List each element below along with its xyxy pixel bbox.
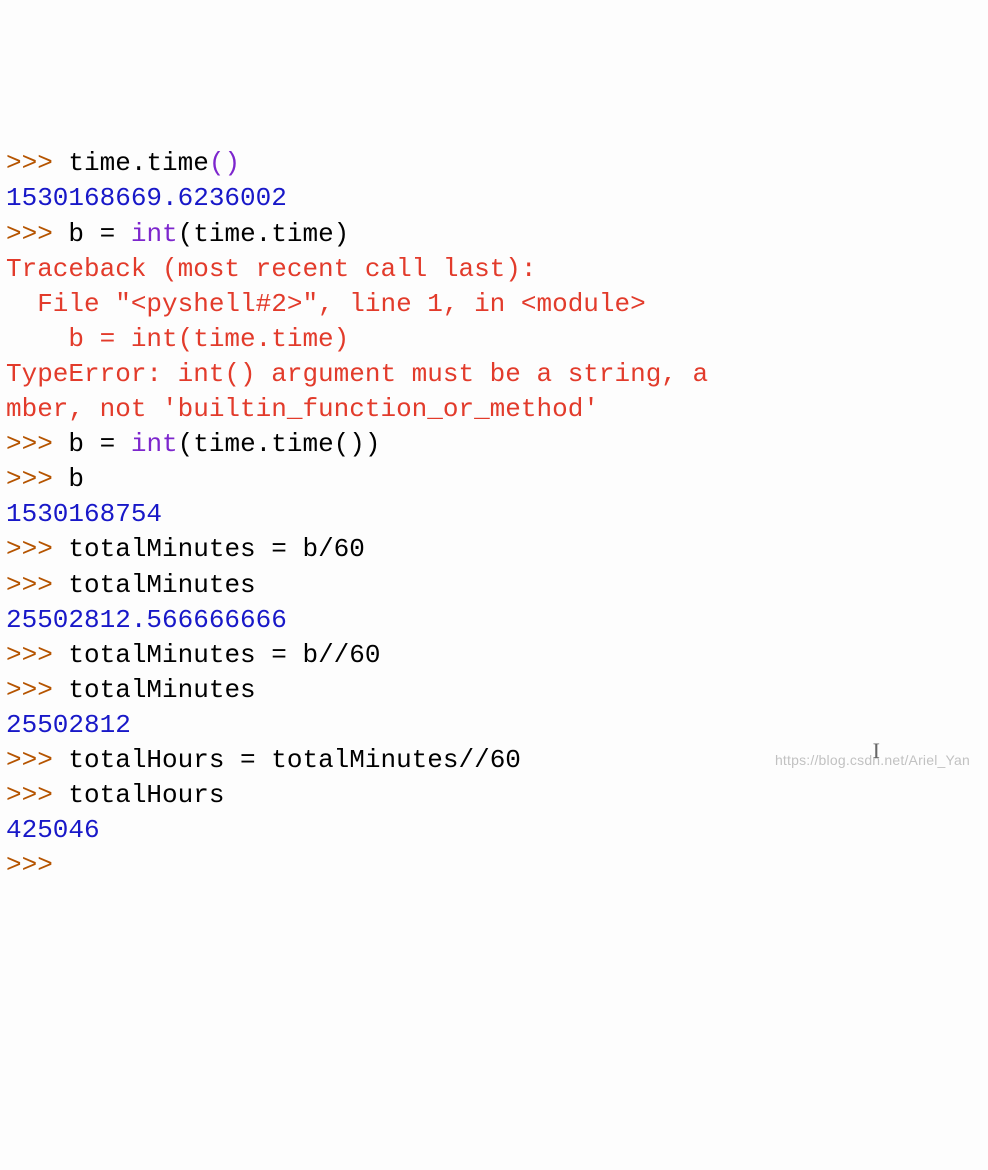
traceback: mber, not 'builtin_function_or_method' bbox=[6, 394, 599, 424]
prompt: >>> bbox=[6, 780, 53, 810]
code: totalMinutes = b/60 bbox=[68, 534, 364, 564]
code: totalHours = totalMinutes//60 bbox=[68, 745, 520, 775]
code: b = bbox=[68, 429, 130, 459]
code: totalMinutes bbox=[68, 570, 255, 600]
output: 25502812.566666666 bbox=[6, 605, 287, 635]
code: b = bbox=[68, 219, 130, 249]
prompt: >>> bbox=[6, 464, 53, 494]
prompt: >>> bbox=[6, 219, 53, 249]
output: 1530168669.6236002 bbox=[6, 183, 287, 213]
code: totalMinutes = b//60 bbox=[68, 640, 380, 670]
output: 25502812 bbox=[6, 710, 131, 740]
prompt: >>> bbox=[6, 675, 53, 705]
prompt: >>> bbox=[6, 850, 53, 880]
output: 1530168754 bbox=[6, 499, 162, 529]
prompt: >>> bbox=[6, 570, 53, 600]
prompt: >>> bbox=[6, 745, 53, 775]
prompt: >>> bbox=[6, 534, 53, 564]
prompt: >>> bbox=[6, 429, 53, 459]
code: time bbox=[146, 148, 208, 178]
code: totalMinutes bbox=[68, 675, 255, 705]
traceback: File "<pyshell#2>", line 1, in <module> bbox=[6, 289, 646, 319]
code: (time.time) bbox=[178, 219, 350, 249]
traceback: Traceback (most recent call last): bbox=[6, 254, 537, 284]
code: totalHours bbox=[68, 780, 224, 810]
code: int bbox=[131, 219, 178, 249]
prompt: >>> bbox=[6, 148, 53, 178]
code: int bbox=[131, 429, 178, 459]
python-repl[interactable]: >>> time.time() 1530168669.6236002 >>> b… bbox=[6, 146, 982, 883]
output: 425046 bbox=[6, 815, 100, 845]
code: time. bbox=[68, 148, 146, 178]
code: () bbox=[209, 148, 240, 178]
prompt: >>> bbox=[6, 640, 53, 670]
traceback: b = int(time.time) bbox=[6, 324, 349, 354]
code: (time.time()) bbox=[178, 429, 381, 459]
traceback: TypeError: int() argument must be a stri… bbox=[6, 359, 708, 389]
code: b bbox=[68, 464, 84, 494]
